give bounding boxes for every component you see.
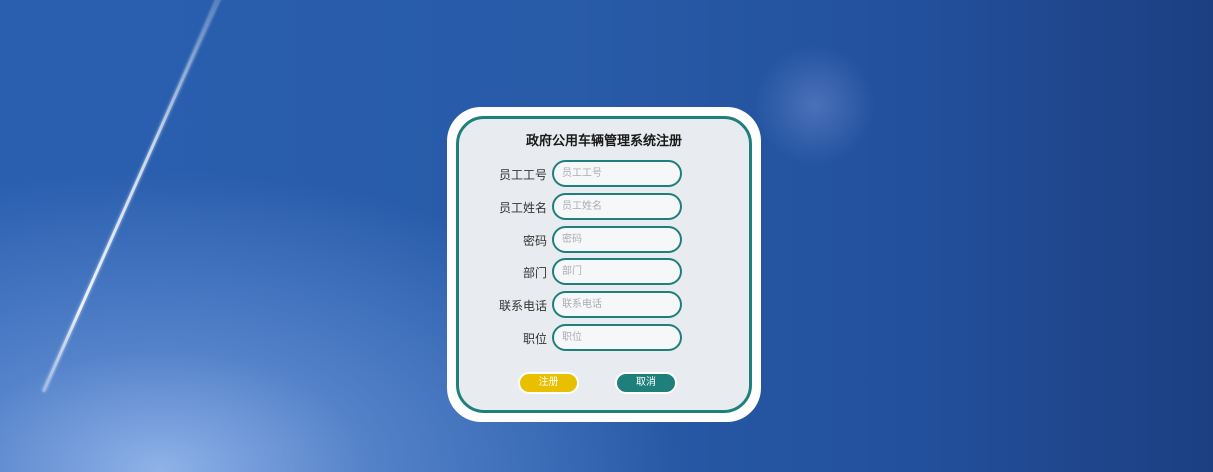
- position-input[interactable]: [552, 324, 682, 351]
- employee-id-input[interactable]: [552, 160, 682, 187]
- employee-id-label: 员工工号: [498, 168, 547, 182]
- field-row-password: 密码: [459, 226, 749, 254]
- password-label: 密码: [522, 234, 547, 248]
- position-label: 职位: [522, 332, 547, 346]
- department-input[interactable]: [552, 258, 682, 285]
- field-row-position: 职位: [459, 324, 749, 352]
- field-row-phone: 联系电话: [459, 291, 749, 319]
- register-form: 政府公用车辆管理系统注册 员工工号 员工姓名 密码 部门 联系电话 职位 注册 …: [456, 116, 752, 413]
- phone-input[interactable]: [552, 291, 682, 318]
- department-label: 部门: [522, 266, 547, 280]
- employee-name-label: 员工姓名: [498, 201, 547, 215]
- register-card: 政府公用车辆管理系统注册 员工工号 员工姓名 密码 部门 联系电话 职位 注册 …: [447, 107, 761, 422]
- field-row-employee-id: 员工工号: [459, 160, 749, 188]
- field-row-department: 部门: [459, 258, 749, 286]
- password-input[interactable]: [552, 226, 682, 253]
- register-button[interactable]: 注册: [518, 372, 579, 394]
- field-row-employee-name: 员工姓名: [459, 193, 749, 221]
- contrail-decoration: [41, 0, 228, 393]
- employee-name-input[interactable]: [552, 193, 682, 220]
- phone-label: 联系电话: [498, 299, 547, 313]
- form-title: 政府公用车辆管理系统注册: [525, 134, 682, 149]
- cancel-button[interactable]: 取消: [615, 372, 677, 394]
